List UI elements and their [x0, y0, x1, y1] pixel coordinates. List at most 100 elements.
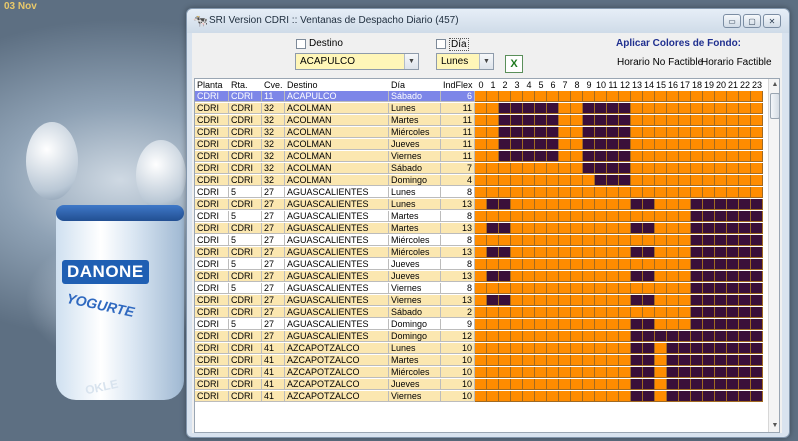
slot-factible[interactable]	[595, 379, 607, 390]
slot-factible[interactable]	[571, 187, 583, 198]
slot-no-factible[interactable]	[583, 151, 595, 162]
table-row[interactable]: CDRI CDRI 11 ACAPULCO Sábado 6	[195, 91, 768, 103]
chevron-down-icon[interactable]: ▼	[479, 54, 493, 69]
slot-factible[interactable]	[499, 283, 511, 294]
slot-no-factible[interactable]	[643, 199, 655, 210]
slot-no-factible[interactable]	[691, 367, 703, 378]
slot-no-factible[interactable]	[715, 223, 727, 234]
slot-factible[interactable]	[667, 259, 679, 270]
slot-factible[interactable]	[703, 139, 715, 150]
slot-no-factible[interactable]	[607, 139, 619, 150]
slot-no-factible[interactable]	[595, 115, 607, 126]
slot-factible[interactable]	[679, 163, 691, 174]
slot-factible[interactable]	[559, 343, 571, 354]
slot-no-factible[interactable]	[727, 391, 739, 402]
slot-factible[interactable]	[475, 151, 487, 162]
slot-no-factible[interactable]	[631, 331, 643, 342]
slot-factible[interactable]	[511, 199, 523, 210]
slot-factible[interactable]	[751, 151, 763, 162]
slot-factible[interactable]	[499, 379, 511, 390]
slot-factible[interactable]	[511, 175, 523, 186]
slot-factible[interactable]	[715, 139, 727, 150]
slot-factible[interactable]	[679, 223, 691, 234]
slot-factible[interactable]	[631, 163, 643, 174]
slot-factible[interactable]	[751, 187, 763, 198]
slot-no-factible[interactable]	[679, 355, 691, 366]
slot-factible[interactable]	[499, 307, 511, 318]
slot-factible[interactable]	[559, 295, 571, 306]
column-header-cve[interactable]: Cve.	[264, 79, 283, 91]
slot-factible[interactable]	[631, 175, 643, 186]
slot-no-factible[interactable]	[715, 331, 727, 342]
slot-factible[interactable]	[751, 127, 763, 138]
slot-factible[interactable]	[475, 235, 487, 246]
slot-factible[interactable]	[619, 319, 631, 330]
slot-no-factible[interactable]	[631, 391, 643, 402]
slot-factible[interactable]	[619, 91, 631, 102]
slot-no-factible[interactable]	[727, 283, 739, 294]
slot-factible[interactable]	[475, 319, 487, 330]
slot-factible[interactable]	[511, 223, 523, 234]
slot-no-factible[interactable]	[643, 343, 655, 354]
slot-no-factible[interactable]	[703, 199, 715, 210]
slot-factible[interactable]	[691, 175, 703, 186]
slot-no-factible[interactable]	[739, 391, 751, 402]
slot-factible[interactable]	[643, 235, 655, 246]
slot-no-factible[interactable]	[751, 355, 763, 366]
slot-factible[interactable]	[691, 151, 703, 162]
slot-no-factible[interactable]	[727, 247, 739, 258]
slot-no-factible[interactable]	[751, 319, 763, 330]
slot-factible[interactable]	[511, 367, 523, 378]
slot-no-factible[interactable]	[523, 115, 535, 126]
slot-factible[interactable]	[583, 355, 595, 366]
slot-factible[interactable]	[667, 223, 679, 234]
slot-factible[interactable]	[535, 307, 547, 318]
slot-no-factible[interactable]	[703, 367, 715, 378]
column-header-planta[interactable]: Planta	[197, 79, 223, 91]
slot-factible[interactable]	[559, 367, 571, 378]
slot-factible[interactable]	[535, 91, 547, 102]
slot-factible[interactable]	[511, 355, 523, 366]
slot-factible[interactable]	[607, 91, 619, 102]
slot-no-factible[interactable]	[679, 391, 691, 402]
slot-factible[interactable]	[595, 331, 607, 342]
slot-no-factible[interactable]	[703, 391, 715, 402]
slot-factible[interactable]	[715, 127, 727, 138]
slot-factible[interactable]	[679, 259, 691, 270]
slot-factible[interactable]	[619, 331, 631, 342]
slot-factible[interactable]	[619, 211, 631, 222]
slot-factible[interactable]	[523, 259, 535, 270]
slot-no-factible[interactable]	[607, 175, 619, 186]
slot-factible[interactable]	[475, 211, 487, 222]
slot-factible[interactable]	[739, 151, 751, 162]
slot-factible[interactable]	[559, 355, 571, 366]
slot-factible[interactable]	[499, 319, 511, 330]
slot-no-factible[interactable]	[739, 307, 751, 318]
slot-factible[interactable]	[511, 379, 523, 390]
slot-factible[interactable]	[475, 199, 487, 210]
slot-factible[interactable]	[631, 211, 643, 222]
slot-factible[interactable]	[535, 355, 547, 366]
slot-factible[interactable]	[487, 91, 499, 102]
slot-no-factible[interactable]	[691, 271, 703, 282]
slot-no-factible[interactable]	[691, 235, 703, 246]
slot-factible[interactable]	[547, 235, 559, 246]
slot-factible[interactable]	[751, 175, 763, 186]
slot-factible[interactable]	[559, 199, 571, 210]
slot-no-factible[interactable]	[631, 271, 643, 282]
slot-no-factible[interactable]	[751, 331, 763, 342]
slot-factible[interactable]	[499, 355, 511, 366]
slot-factible[interactable]	[487, 235, 499, 246]
slot-factible[interactable]	[559, 319, 571, 330]
slot-factible[interactable]	[571, 151, 583, 162]
slot-no-factible[interactable]	[715, 211, 727, 222]
slot-factible[interactable]	[619, 367, 631, 378]
table-row[interactable]: CDRI CDRI 27 AGUASCALIENTES Martes 13	[195, 223, 768, 235]
slot-factible[interactable]	[559, 259, 571, 270]
slot-factible[interactable]	[739, 127, 751, 138]
slot-factible[interactable]	[523, 295, 535, 306]
slot-no-factible[interactable]	[631, 343, 643, 354]
slot-factible[interactable]	[511, 307, 523, 318]
slot-factible[interactable]	[571, 343, 583, 354]
slot-factible[interactable]	[607, 259, 619, 270]
